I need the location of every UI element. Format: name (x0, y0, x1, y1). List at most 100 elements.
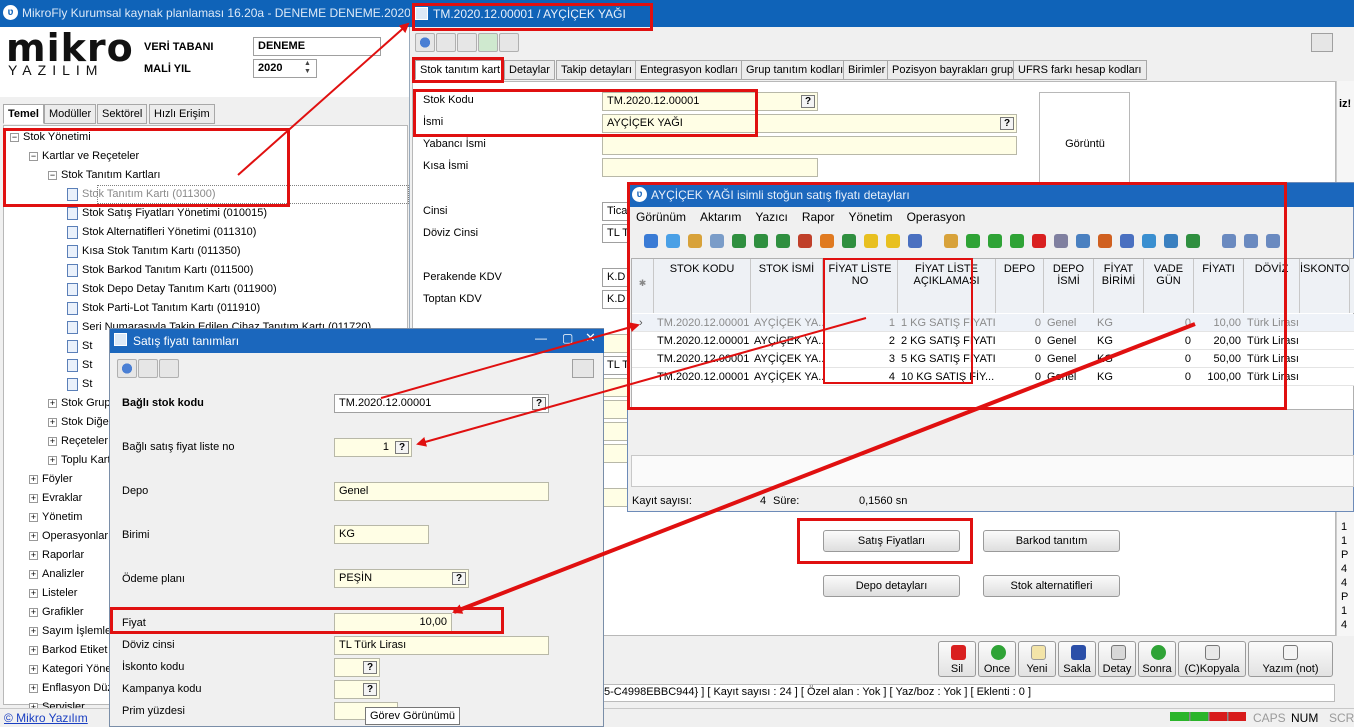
kopyala-button[interactable]: (C)Kopyala (1178, 641, 1246, 677)
table-row[interactable]: TM.2020.12.00001 AYÇİÇEK YA... 2 2 KG SATIŞ… (632, 332, 1354, 350)
doviz-cinsi-dialog-field[interactable]: TL Türk Lirası (334, 636, 549, 655)
col-ka[interactable]: KA (1350, 259, 1354, 313)
table-row[interactable]: TM.2020.12.00001 AYÇİÇEK YA... 3 5 KG SATIŞ… (632, 350, 1354, 368)
column-icon[interactable] (688, 234, 702, 248)
tree-node[interactable]: + Kategori Yöne (29, 660, 112, 679)
play-icon[interactable] (754, 234, 768, 248)
satis-fiyatlari-button[interactable]: Satış Fiyatları (823, 530, 960, 552)
lookup-icon[interactable]: ? (395, 441, 409, 454)
restore-panel-icon[interactable] (1311, 33, 1333, 52)
tree-node[interactable]: + Analizler (29, 565, 84, 584)
star-icon[interactable] (864, 234, 878, 248)
lookup-icon[interactable]: ? (363, 661, 377, 674)
odeme-plani-field[interactable]: PEŞİN? (334, 569, 469, 588)
tree-node[interactable]: + Toplu Kart (48, 451, 111, 470)
calendar-icon[interactable] (1098, 234, 1112, 248)
document-icon[interactable] (499, 33, 519, 52)
sidebar-tab-moduller[interactable]: Modüller (44, 104, 97, 124)
tree-node[interactable]: + Stok Grup (48, 394, 111, 413)
yeni-button[interactable]: Yeni (1018, 641, 1056, 677)
tree-node[interactable]: + Evraklar (29, 489, 82, 508)
arrow-right-icon[interactable] (988, 234, 1002, 248)
expand-icon[interactable]: + (29, 683, 38, 693)
tree-icon[interactable] (732, 234, 746, 248)
db-field[interactable]: DENEME (253, 37, 381, 56)
menu-item[interactable]: Yazıcı (755, 210, 787, 224)
collapse-icon[interactable]: − (48, 170, 57, 180)
kisa-ismi-field[interactable] (602, 158, 818, 177)
tree-node[interactable]: + Barkod Etiket (29, 641, 107, 660)
col-fiyat-liste-aciklamasi[interactable]: FİYAT LİSTE AÇIKLAMASI (898, 259, 996, 313)
once-button[interactable]: Once (978, 641, 1016, 677)
tree-node[interactable]: + Sayım İşlemleri (29, 622, 117, 641)
bagli-stok-kodu-field[interactable]: TM.2020.12.00001? (334, 394, 549, 413)
expand-icon[interactable]: + (48, 436, 57, 446)
refresh-icon[interactable] (644, 234, 658, 248)
lookup-icon[interactable]: ? (363, 683, 377, 696)
tree-node[interactable]: + Grafikler (29, 603, 84, 622)
col-iskonto[interactable]: İSKONTO (1300, 259, 1350, 313)
depo-field[interactable]: Genel (334, 482, 549, 501)
dialog-minimize-button[interactable]: — (535, 331, 547, 345)
tree-node[interactable]: + Stok Diğer (48, 413, 112, 432)
menu-item[interactable]: Operasyon (907, 210, 966, 224)
col-vade-gun[interactable]: VADE GÜN (1144, 259, 1194, 313)
grid-settings-icon[interactable]: ✱ (639, 277, 647, 289)
expand-icon[interactable]: + (48, 417, 57, 427)
help-icon[interactable] (415, 33, 435, 52)
tree-node[interactable]: + Reçeteler (48, 432, 108, 451)
calculator-icon[interactable] (436, 33, 456, 52)
sil-button[interactable]: Sil (938, 641, 976, 677)
grid-icon[interactable] (710, 234, 724, 248)
collapse-icon[interactable]: − (29, 151, 38, 161)
delete-icon[interactable] (1032, 234, 1046, 248)
expand-icon[interactable]: + (29, 588, 38, 598)
expand-icon[interactable]: + (29, 626, 38, 636)
tree-node[interactable]: Stok Parti-Lot Tanıtım Kartı (011910) (67, 299, 260, 318)
birimi-field[interactable]: KG (334, 525, 429, 544)
table-icon[interactable] (798, 234, 812, 248)
save-icon[interactable] (820, 234, 834, 248)
lookup-icon[interactable]: ? (532, 397, 546, 410)
tree-node[interactable]: + Operasyonlar (29, 527, 108, 546)
col-stok-kodu[interactable]: STOK KODU (654, 259, 751, 313)
yabanci-ismi-field[interactable] (602, 136, 1017, 155)
tab-birimler[interactable]: Birimler (843, 60, 891, 80)
attach-icon[interactable] (1164, 234, 1178, 248)
tree-node[interactable]: Stok Depo Detay Tanıtım Kartı (011900) (67, 280, 277, 299)
tree-node[interactable]: − Stok Tanıtım Kartları (48, 166, 160, 185)
arrow-forward-icon[interactable] (1010, 234, 1024, 248)
filter-icon[interactable] (1054, 234, 1068, 248)
tree-node[interactable]: + Enflasyon Düz (29, 679, 113, 698)
col-doviz[interactable]: DÖVİZ (1244, 259, 1300, 313)
detay-button[interactable]: Detay (1098, 641, 1136, 677)
help-icon[interactable] (117, 359, 137, 378)
expand-icon[interactable]: + (48, 398, 57, 408)
col-stok-ismi[interactable]: STOK İSMİ (751, 259, 823, 313)
tree-node[interactable]: Kısa Stok Tanıtım Kartı (011350) (67, 242, 241, 261)
tree-node[interactable]: + Föyler (29, 470, 73, 489)
stok-alternatifleri-button[interactable]: Stok alternatifleri (983, 575, 1120, 597)
zoom-icon[interactable] (1266, 234, 1280, 248)
lookup-icon[interactable]: ? (452, 572, 466, 585)
expand-icon[interactable]: + (29, 645, 38, 655)
tab-detaylar[interactable]: Detaylar (504, 60, 555, 80)
depo-detaylari-button[interactable]: Depo detayları (823, 575, 960, 597)
edit-icon[interactable] (159, 359, 179, 378)
sidebar-tab-sektorel[interactable]: Sektörel (97, 104, 148, 124)
tab-grup-tanitim-kodlari[interactable]: Grup tanıtım kodları (741, 60, 849, 80)
col-fiyati[interactable]: FİYATI (1194, 259, 1244, 313)
tab-stok-tanitim-karti[interactable]: Stok tanıtım kartı (415, 60, 509, 80)
col-depo-ismi[interactable]: DEPO İSMİ (1044, 259, 1094, 313)
tab-ufrs-farki[interactable]: UFRS farkı hesap kodları (1013, 60, 1147, 80)
kampanya-kodu-field[interactable]: ? (334, 680, 380, 699)
expand-icon[interactable]: + (29, 569, 38, 579)
dialog-maximize-button[interactable]: ▢ (562, 331, 573, 345)
tab-pozisyon-bayraklari[interactable]: Pozisyon bayrakları grup (887, 60, 1019, 80)
preview-icon[interactable] (1244, 234, 1258, 248)
col-fiyat-liste-no[interactable]: FİYAT LİSTE NO (823, 259, 898, 313)
expand-icon[interactable]: + (29, 493, 38, 503)
tree-node[interactable]: + Raporlar (29, 546, 84, 565)
tree-node[interactable]: Stok Satış Fiyatları Yönetimi (010015) (67, 204, 267, 223)
expand-icon[interactable]: + (29, 512, 38, 522)
